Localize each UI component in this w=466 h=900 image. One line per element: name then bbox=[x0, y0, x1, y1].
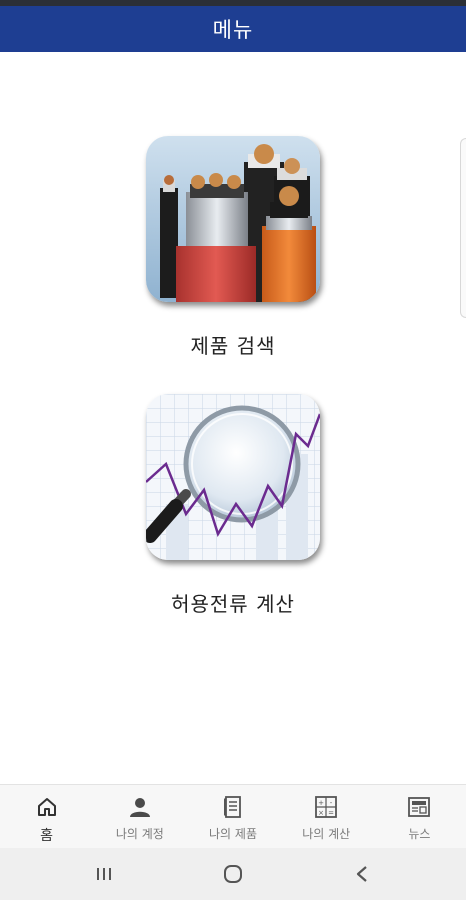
product-search-button[interactable]: 제품 검색 bbox=[0, 136, 466, 359]
svg-text:+: + bbox=[318, 799, 324, 807]
ampacity-calc-label: 허용전류 계산 bbox=[171, 592, 295, 616]
cable-products-icon bbox=[146, 136, 320, 302]
home-circle-icon[interactable] bbox=[213, 859, 253, 889]
recents-icon[interactable] bbox=[84, 859, 124, 889]
magnifier-chart-icon bbox=[146, 394, 320, 560]
person-icon bbox=[128, 795, 152, 819]
nav-news-label: 뉴스 bbox=[408, 827, 431, 841]
svg-text:=: = bbox=[328, 809, 334, 817]
product-search-label: 제품 검색 bbox=[190, 334, 276, 358]
ampacity-calc-button[interactable]: 허용전류 계산 bbox=[0, 394, 466, 617]
bottom-nav: 홈 나의 계정 나의 제품 + - × = 나의 계산 뉴스 bbox=[0, 784, 466, 848]
app-header: 메뉴 bbox=[0, 6, 466, 52]
system-navigation-bar bbox=[0, 848, 466, 900]
nav-home-label: 홈 bbox=[40, 828, 54, 844]
nav-my-calculations[interactable]: + - × = 나의 계산 bbox=[280, 785, 373, 848]
back-icon[interactable] bbox=[342, 859, 382, 889]
nav-my-products[interactable]: 나의 제품 bbox=[186, 785, 279, 848]
nav-my-account[interactable]: 나의 계정 bbox=[93, 785, 186, 848]
page-title: 메뉴 bbox=[212, 18, 254, 42]
nav-my-account-label: 나의 계정 bbox=[115, 827, 164, 841]
nav-news[interactable]: 뉴스 bbox=[373, 785, 466, 848]
newspaper-icon bbox=[407, 795, 431, 819]
home-icon bbox=[35, 795, 59, 819]
calculator-icon: + - × = bbox=[314, 795, 338, 819]
svg-text:×: × bbox=[318, 809, 324, 817]
menu-panel: 제품 검색 허용전류 계산 bbox=[0, 52, 466, 784]
svg-text:-: - bbox=[330, 799, 333, 807]
nav-my-products-label: 나의 제품 bbox=[209, 827, 257, 841]
nav-my-calculations-label: 나의 계산 bbox=[302, 827, 351, 841]
nav-home[interactable]: 홈 bbox=[0, 785, 93, 848]
document-icon bbox=[221, 795, 245, 819]
